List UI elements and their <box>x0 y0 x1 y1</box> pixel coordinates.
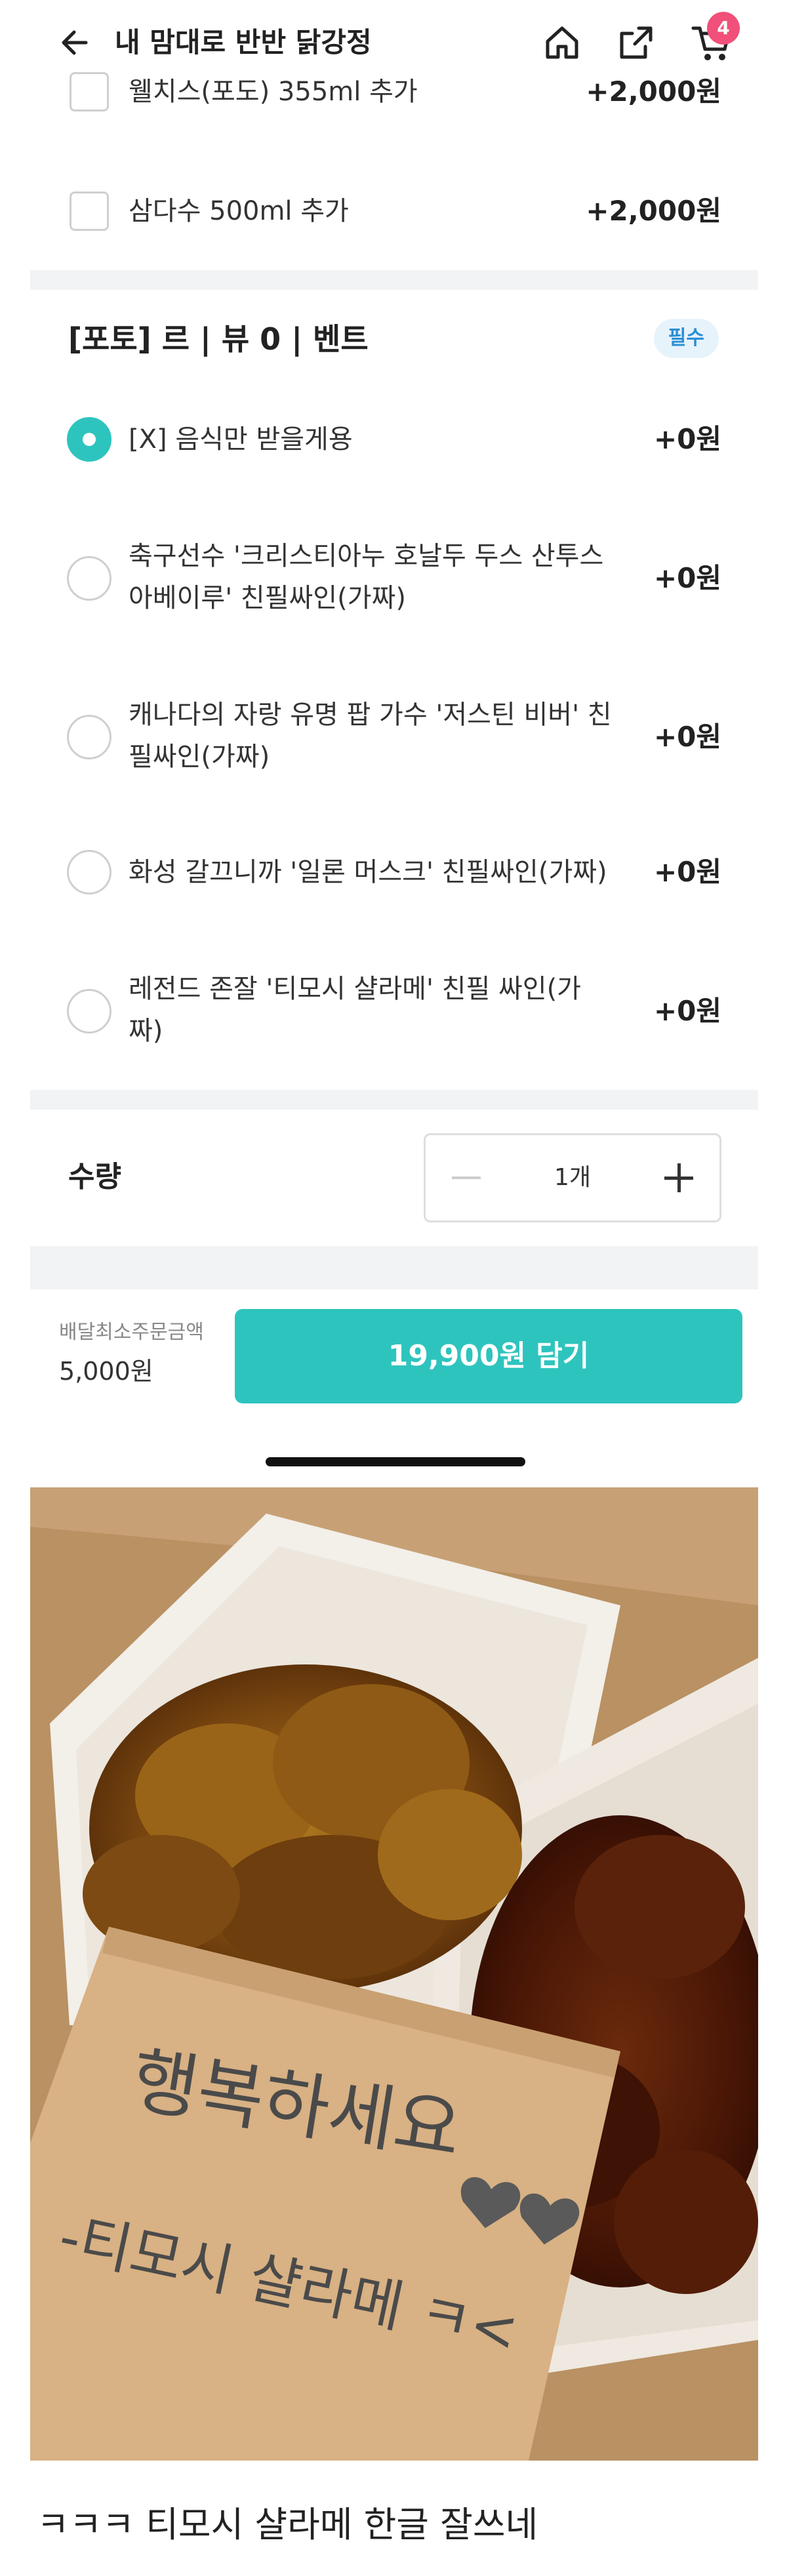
option-label: [X] 음식만 받을게용 <box>129 424 353 454</box>
radio-button[interactable] <box>67 556 111 601</box>
option-label-line1: 캐나다의 자랑 유명 팝 가수 '저스틴 비버' 친 <box>129 700 612 730</box>
review-photo: 행복하세요 -티모시 샬라메 ㅋ< <box>30 1487 758 2461</box>
min-order-value: 5,000원 <box>59 1357 153 1386</box>
menu-option-page: 내 맘대로 반반 닭강정 4 웰치스(포도) 355ml 추가 +2,000원 <box>0 0 787 2576</box>
radio-option-row[interactable]: [X] 음식만 받을게용 +0원 <box>30 417 758 463</box>
radio-button[interactable] <box>67 417 111 462</box>
increase-quantity-button[interactable] <box>658 1157 700 1199</box>
quantity-label: 수량 <box>68 1160 121 1194</box>
home-button[interactable] <box>539 20 585 66</box>
option-price: +0원 <box>653 856 721 888</box>
option-price: +2,000원 <box>586 75 721 108</box>
radio-option-row[interactable]: 축구선수 '크리스티아누 호날두 두스 산투스 아베이루' 친필싸인(가짜) +… <box>30 536 758 622</box>
radio-button[interactable] <box>67 850 111 895</box>
back-button[interactable] <box>52 20 98 66</box>
required-badge: 필수 <box>653 319 719 358</box>
option-row[interactable]: 삼다수 500ml 추가 +2,000원 <box>30 191 758 257</box>
arrow-left-icon <box>62 30 88 55</box>
home-icon <box>546 26 578 59</box>
option-price: +0원 <box>653 721 721 753</box>
home-indicator <box>266 1457 525 1466</box>
checkbox[interactable] <box>70 72 109 111</box>
cart-count-badge: 4 <box>707 12 740 45</box>
radio-button[interactable] <box>67 989 111 1034</box>
option-label: 화성 갈끄니까 '일론 머스크' 친필싸인(가짜) <box>129 857 607 887</box>
section-divider <box>30 270 758 290</box>
option-price: +0원 <box>653 562 721 594</box>
quantity-stepper: 1개 <box>424 1133 721 1222</box>
option-label-line2: 짜) <box>129 1016 163 1046</box>
option-label-line2: 필싸인(가짜) <box>129 742 270 772</box>
radio-button[interactable] <box>67 715 111 759</box>
option-price: +0원 <box>653 423 721 455</box>
option-label-line2: 아베이루' 친필싸인(가짜) <box>129 583 406 613</box>
option-row[interactable]: 웰치스(포도) 355ml 추가 +2,000원 <box>30 72 758 138</box>
share-icon <box>620 26 653 59</box>
review-caption: ㅋㅋㅋ 티모시 샬라메 한글 잘쓰네 <box>37 2504 538 2545</box>
option-price: +0원 <box>653 995 721 1027</box>
min-order-label: 배달최소주문금액 <box>59 1321 204 1344</box>
section-divider <box>30 1090 758 1110</box>
section-divider <box>30 1246 758 1289</box>
checkbox[interactable] <box>70 191 109 231</box>
option-price: +2,000원 <box>586 195 721 227</box>
store-title: 내 맘대로 반반 닭강정 <box>115 26 372 58</box>
add-to-cart-button[interactable]: 19,900원 담기 <box>235 1309 742 1403</box>
radio-option-row[interactable]: 화성 갈끄니까 '일론 머스크' 친필싸인(가짜) +0원 <box>30 850 758 896</box>
cart-button[interactable]: 4 <box>689 12 740 66</box>
option-label-line1: 축구선수 '크리스티아누 호날두 두스 산투스 <box>129 541 604 571</box>
option-label: 웰치스(포도) 355ml 추가 <box>129 77 418 107</box>
share-button[interactable] <box>613 20 659 66</box>
section-title: [포토] 르 | 뷰 0 | 벤트 <box>68 321 369 357</box>
option-label: 삼다수 500ml 추가 <box>129 196 349 226</box>
radio-option-row[interactable]: 캐나다의 자랑 유명 팝 가수 '저스틴 비버' 친 필싸인(가짜) +0원 <box>30 695 758 780</box>
option-label-line1: 레전드 존잘 '티모시 샬라메' 친필 싸인(가 <box>129 974 581 1004</box>
review-photo-illustration: 행복하세요 -티모시 샬라메 ㅋ< <box>30 1487 758 2461</box>
radio-option-row[interactable]: 레전드 존잘 '티모시 샬라메' 친필 싸인(가 짜) +0원 <box>30 969 758 1055</box>
